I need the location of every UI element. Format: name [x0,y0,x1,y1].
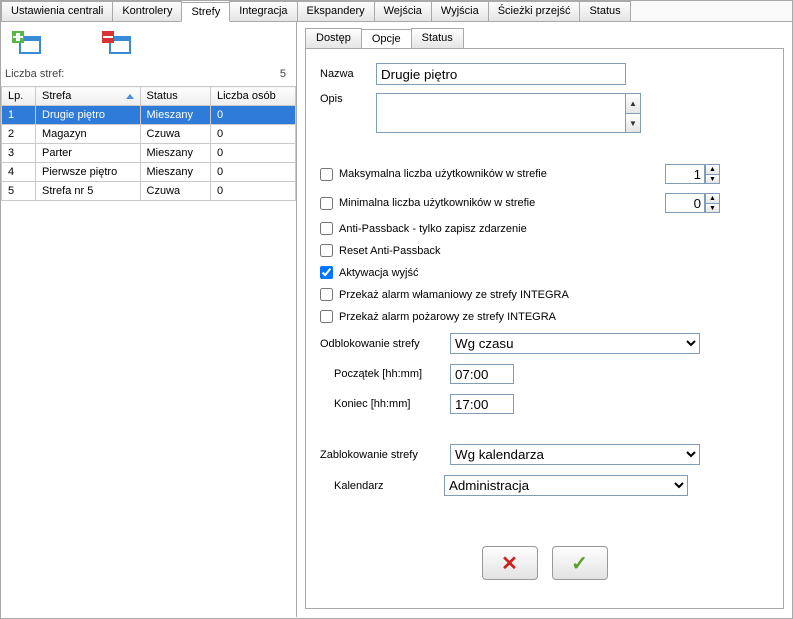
desc-scroll-up[interactable]: ▲ [625,93,641,113]
max-users-down[interactable]: ▼ [705,174,720,184]
start-time-label: Początek [hh:mm] [320,368,444,380]
sub-tab-status[interactable]: Status [411,28,464,48]
main-tab-integracja[interactable]: Integracja [229,1,297,21]
main-tab-strefy[interactable]: Strefy [181,2,230,22]
zone-count-value: 5 [280,68,286,80]
desc-label: Opis [320,93,376,105]
calendar-label: Kalendarz [320,480,444,492]
end-time-input[interactable] [450,394,514,414]
table-header[interactable]: Status [140,87,210,106]
min-users-checkbox[interactable] [320,197,333,210]
table-header[interactable]: Lp. [2,87,36,106]
table-row[interactable]: 1Drugie piętroMieszany0 [2,106,296,125]
sub-tab-opcje[interactable]: Opcje [361,29,412,49]
max-users-checkbox[interactable] [320,168,333,181]
main-tabs: Ustawienia centraliKontroleryStrefyInteg… [1,1,792,22]
apb-reset-label: Reset Anti-Passback [339,245,441,257]
name-input[interactable] [376,63,626,85]
zones-table[interactable]: Lp.StrefaStatusLiczba osób 1Drugie piętr… [1,86,296,201]
desc-textarea[interactable] [376,93,626,133]
remove-zone-button[interactable] [97,28,137,60]
max-users-up[interactable]: ▲ [705,164,720,174]
sub-tabs: DostępOpcjeStatus [305,28,784,48]
max-users-input[interactable] [665,164,705,184]
alarm-fire-checkbox[interactable] [320,310,333,323]
min-users-label: Minimalna liczba użytkowników w strefie [339,197,535,209]
table-row[interactable]: 4Pierwsze piętroMieszany0 [2,163,296,182]
max-users-label: Maksymalna liczba użytkowników w strefie [339,168,547,180]
lock-mode-select[interactable]: Wg kalendarza [450,444,700,465]
end-time-label: Koniec [hh:mm] [320,398,444,410]
lock-mode-label: Zablokowanie strefy [320,449,450,461]
min-users-down[interactable]: ▼ [705,203,720,213]
main-tab-kontrolery[interactable]: Kontrolery [112,1,182,21]
apb-reset-checkbox[interactable] [320,244,333,257]
table-header[interactable]: Strefa [36,87,141,106]
main-tab-ustawienia-centrali[interactable]: Ustawienia centrali [1,1,113,21]
cancel-button[interactable]: ✕ [482,546,538,580]
add-zone-button[interactable] [7,28,47,60]
table-header[interactable]: Liczba osób [210,87,295,106]
out-activation-checkbox[interactable] [320,266,333,279]
min-users-input[interactable] [665,193,705,213]
options-panel: Nazwa Opis ▲ ▼ Maksymalna liczba użytkow… [305,48,784,609]
sub-tab-dostęp[interactable]: Dostęp [305,28,362,48]
main-tab-wejścia[interactable]: Wejścia [374,1,432,21]
table-row[interactable]: 2MagazynCzuwa0 [2,125,296,144]
unlock-mode-label: Odblokowanie strefy [320,338,450,350]
left-pane: Liczba stref: 5 Lp.StrefaStatusLiczba os… [1,22,297,617]
apb-log-label: Anti-Passback - tylko zapisz zdarzenie [339,223,527,235]
table-row[interactable]: 5Strefa nr 5Czuwa0 [2,182,296,201]
main-tab-wyjścia[interactable]: Wyjścia [431,1,489,21]
unlock-mode-select[interactable]: Wg czasu [450,333,700,354]
name-label: Nazwa [320,68,376,80]
min-users-up[interactable]: ▲ [705,193,720,203]
table-row[interactable]: 3ParterMieszany0 [2,144,296,163]
main-tab-ścieżki-przejść[interactable]: Ścieżki przejść [488,1,581,21]
main-tab-status[interactable]: Status [579,1,630,21]
confirm-button[interactable]: ✓ [552,546,608,580]
start-time-input[interactable] [450,364,514,384]
out-activation-label: Aktywacja wyjść [339,267,418,279]
main-tab-ekspandery[interactable]: Ekspandery [297,1,375,21]
desc-scroll-down[interactable]: ▼ [625,113,641,133]
alarm-fire-label: Przekaż alarm pożarowy ze strefy INTEGRA [339,311,556,323]
apb-log-checkbox[interactable] [320,222,333,235]
zone-count-label: Liczba stref: [5,68,64,80]
alarm-burglar-checkbox[interactable] [320,288,333,301]
calendar-select[interactable]: Administracja [444,475,688,496]
alarm-burglar-label: Przekaż alarm włamaniowy ze strefy INTEG… [339,289,569,301]
